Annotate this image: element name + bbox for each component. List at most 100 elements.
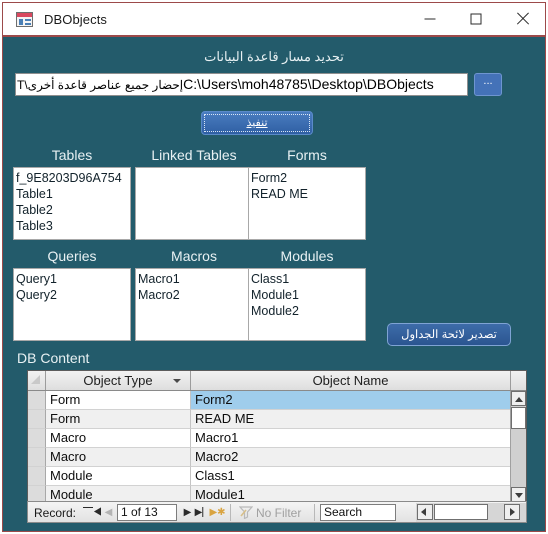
triangle-up-icon	[515, 397, 523, 402]
export-table-list-button[interactable]: تصدير لائحة الجداول	[387, 323, 511, 346]
column-header-object-name[interactable]: Object Name	[191, 371, 511, 390]
cell-object-name[interactable]: Class1	[191, 467, 511, 486]
scroll-right-button[interactable]	[504, 504, 520, 520]
row-selector[interactable]	[28, 410, 46, 429]
column-header-object-type-label: Object Type	[83, 373, 153, 388]
window-title: DBObjects	[44, 12, 108, 27]
database-path-input[interactable]: C:\Users\moh48785\Desktop\DBObjectsإحضار…	[15, 73, 468, 96]
separator	[314, 504, 315, 521]
list-item[interactable]: Form2	[251, 170, 365, 186]
list-item[interactable]: Query2	[16, 287, 130, 303]
list-item[interactable]: Module2	[251, 303, 365, 319]
cell-object-type[interactable]: Form	[46, 410, 191, 429]
next-record-button[interactable]: ▶	[180, 505, 195, 520]
separator	[230, 504, 231, 521]
first-record-button[interactable]: ⎺◀	[83, 505, 102, 520]
scrollbar-thumb[interactable]	[511, 407, 526, 429]
next-record-icon: ▶	[183, 506, 192, 518]
close-button[interactable]	[499, 3, 545, 35]
list-item[interactable]: Macro1	[138, 271, 252, 287]
filter-status-label[interactable]: No Filter	[256, 506, 301, 520]
cell-object-name[interactable]: Macro1	[191, 429, 511, 448]
triangle-left-icon	[421, 508, 426, 516]
database-path-label: تحديد مسار قاعدة البيانات	[204, 49, 344, 64]
tables-caption: Tables	[51, 147, 93, 163]
tables-listbox[interactable]: f_9E8203D96A754 Table1 Table2 Table3	[13, 167, 131, 240]
linked-tables-caption: Linked Tables	[151, 147, 237, 163]
execute-button[interactable]: تنفيذ	[201, 111, 313, 135]
column-header-object-type[interactable]: Object Type	[46, 371, 191, 390]
record-label: Record:	[34, 506, 77, 520]
table-row[interactable]: Form Form2	[28, 391, 526, 410]
cell-object-type[interactable]: Macro	[46, 448, 191, 467]
title-bar: DBObjects	[3, 3, 545, 37]
cell-object-type[interactable]: Macro	[46, 429, 191, 448]
queries-listbox[interactable]: Query1 Query2	[13, 268, 131, 341]
dbobjects-window: DBObjects تحديد مسار قاعدة البيانات C:\U…	[2, 2, 546, 532]
browse-button[interactable]: ...	[474, 73, 502, 96]
table-row[interactable]: Macro Macro2	[28, 448, 526, 467]
record-position-input[interactable]: 1 of 13	[117, 504, 177, 521]
row-selector[interactable]	[28, 429, 46, 448]
search-input[interactable]: Search	[320, 504, 396, 521]
maximize-icon	[470, 13, 482, 25]
cell-object-name[interactable]: Form2	[191, 391, 511, 410]
modules-caption: Modules	[280, 248, 334, 264]
scrollbar-thumb[interactable]	[434, 504, 488, 520]
list-item[interactable]: f_9E8203D96A754	[16, 170, 130, 186]
list-item[interactable]: Module1	[251, 287, 365, 303]
list-item[interactable]: Class1	[251, 271, 365, 287]
row-selector[interactable]	[28, 448, 46, 467]
table-row[interactable]: Macro Macro1	[28, 429, 526, 448]
access-form-icon	[16, 12, 33, 27]
database-path-suffix: إحضار جميع عناصر قاعدة أخرى\T	[17, 78, 184, 92]
list-item[interactable]: READ ME	[251, 186, 365, 202]
cell-object-name[interactable]: Macro2	[191, 448, 511, 467]
horizontal-scrollbar[interactable]	[416, 503, 526, 522]
macros-caption: Macros	[171, 248, 217, 264]
cell-object-type[interactable]: Module	[46, 467, 191, 486]
queries-caption: Queries	[47, 248, 97, 264]
cell-object-name[interactable]: READ ME	[191, 410, 511, 429]
modules-listbox[interactable]: Class1 Module1 Module2	[248, 268, 366, 341]
minimize-icon	[424, 18, 436, 20]
list-item[interactable]: Macro2	[138, 287, 252, 303]
chevron-down-icon[interactable]	[173, 379, 181, 383]
db-content-label: DB Content	[17, 350, 90, 366]
minimize-button[interactable]	[407, 3, 453, 35]
table-row[interactable]: Module Class1	[28, 467, 526, 486]
first-record-icon: ⎺◀	[83, 506, 102, 518]
row-selector[interactable]	[28, 391, 46, 410]
previous-record-icon: ◀	[104, 506, 113, 518]
database-path-value: C:\Users\moh48785\Desktop\DBObjects	[183, 76, 434, 92]
row-selector[interactable]	[28, 467, 46, 486]
record-navigator: Record: ⎺◀ ◀ 1 of 13 ▶ ▶⎸ ▶✱ No Filter S…	[27, 501, 527, 523]
previous-record-button[interactable]: ◀	[101, 505, 116, 520]
select-all-corner[interactable]	[28, 371, 46, 390]
triangle-down-icon	[515, 493, 523, 498]
scroll-left-button[interactable]	[417, 504, 433, 520]
execute-button-label: تنفيذ	[246, 117, 268, 129]
new-record-button[interactable]: ▶✱	[209, 505, 226, 520]
maximize-button[interactable]	[453, 3, 499, 35]
linked-tables-listbox[interactable]	[135, 167, 253, 240]
list-item[interactable]: Table1	[16, 186, 130, 202]
forms-listbox[interactable]: Form2 READ ME	[248, 167, 366, 240]
export-button-label: تصدير لائحة الجداول	[401, 329, 497, 341]
cell-object-type[interactable]: Form	[46, 391, 191, 410]
filter-icon	[239, 506, 253, 519]
list-item[interactable]: Query1	[16, 271, 130, 287]
form-canvas: تحديد مسار قاعدة البيانات C:\Users\moh48…	[3, 37, 545, 531]
table-row[interactable]: Form READ ME	[28, 410, 526, 429]
close-icon	[515, 12, 529, 26]
datasheet-header: Object Type Object Name	[28, 371, 526, 391]
list-item[interactable]: Table2	[16, 202, 130, 218]
triangle-right-icon	[510, 508, 515, 516]
new-record-icon: ▶✱	[209, 506, 226, 518]
datasheet-vertical-scrollbar[interactable]	[510, 391, 526, 502]
macros-listbox[interactable]: Macro1 Macro2	[135, 268, 253, 341]
list-item[interactable]: Table3	[16, 218, 130, 234]
scroll-up-button[interactable]	[511, 391, 526, 406]
scroll-down-button[interactable]	[511, 487, 526, 502]
forms-caption: Forms	[287, 147, 327, 163]
